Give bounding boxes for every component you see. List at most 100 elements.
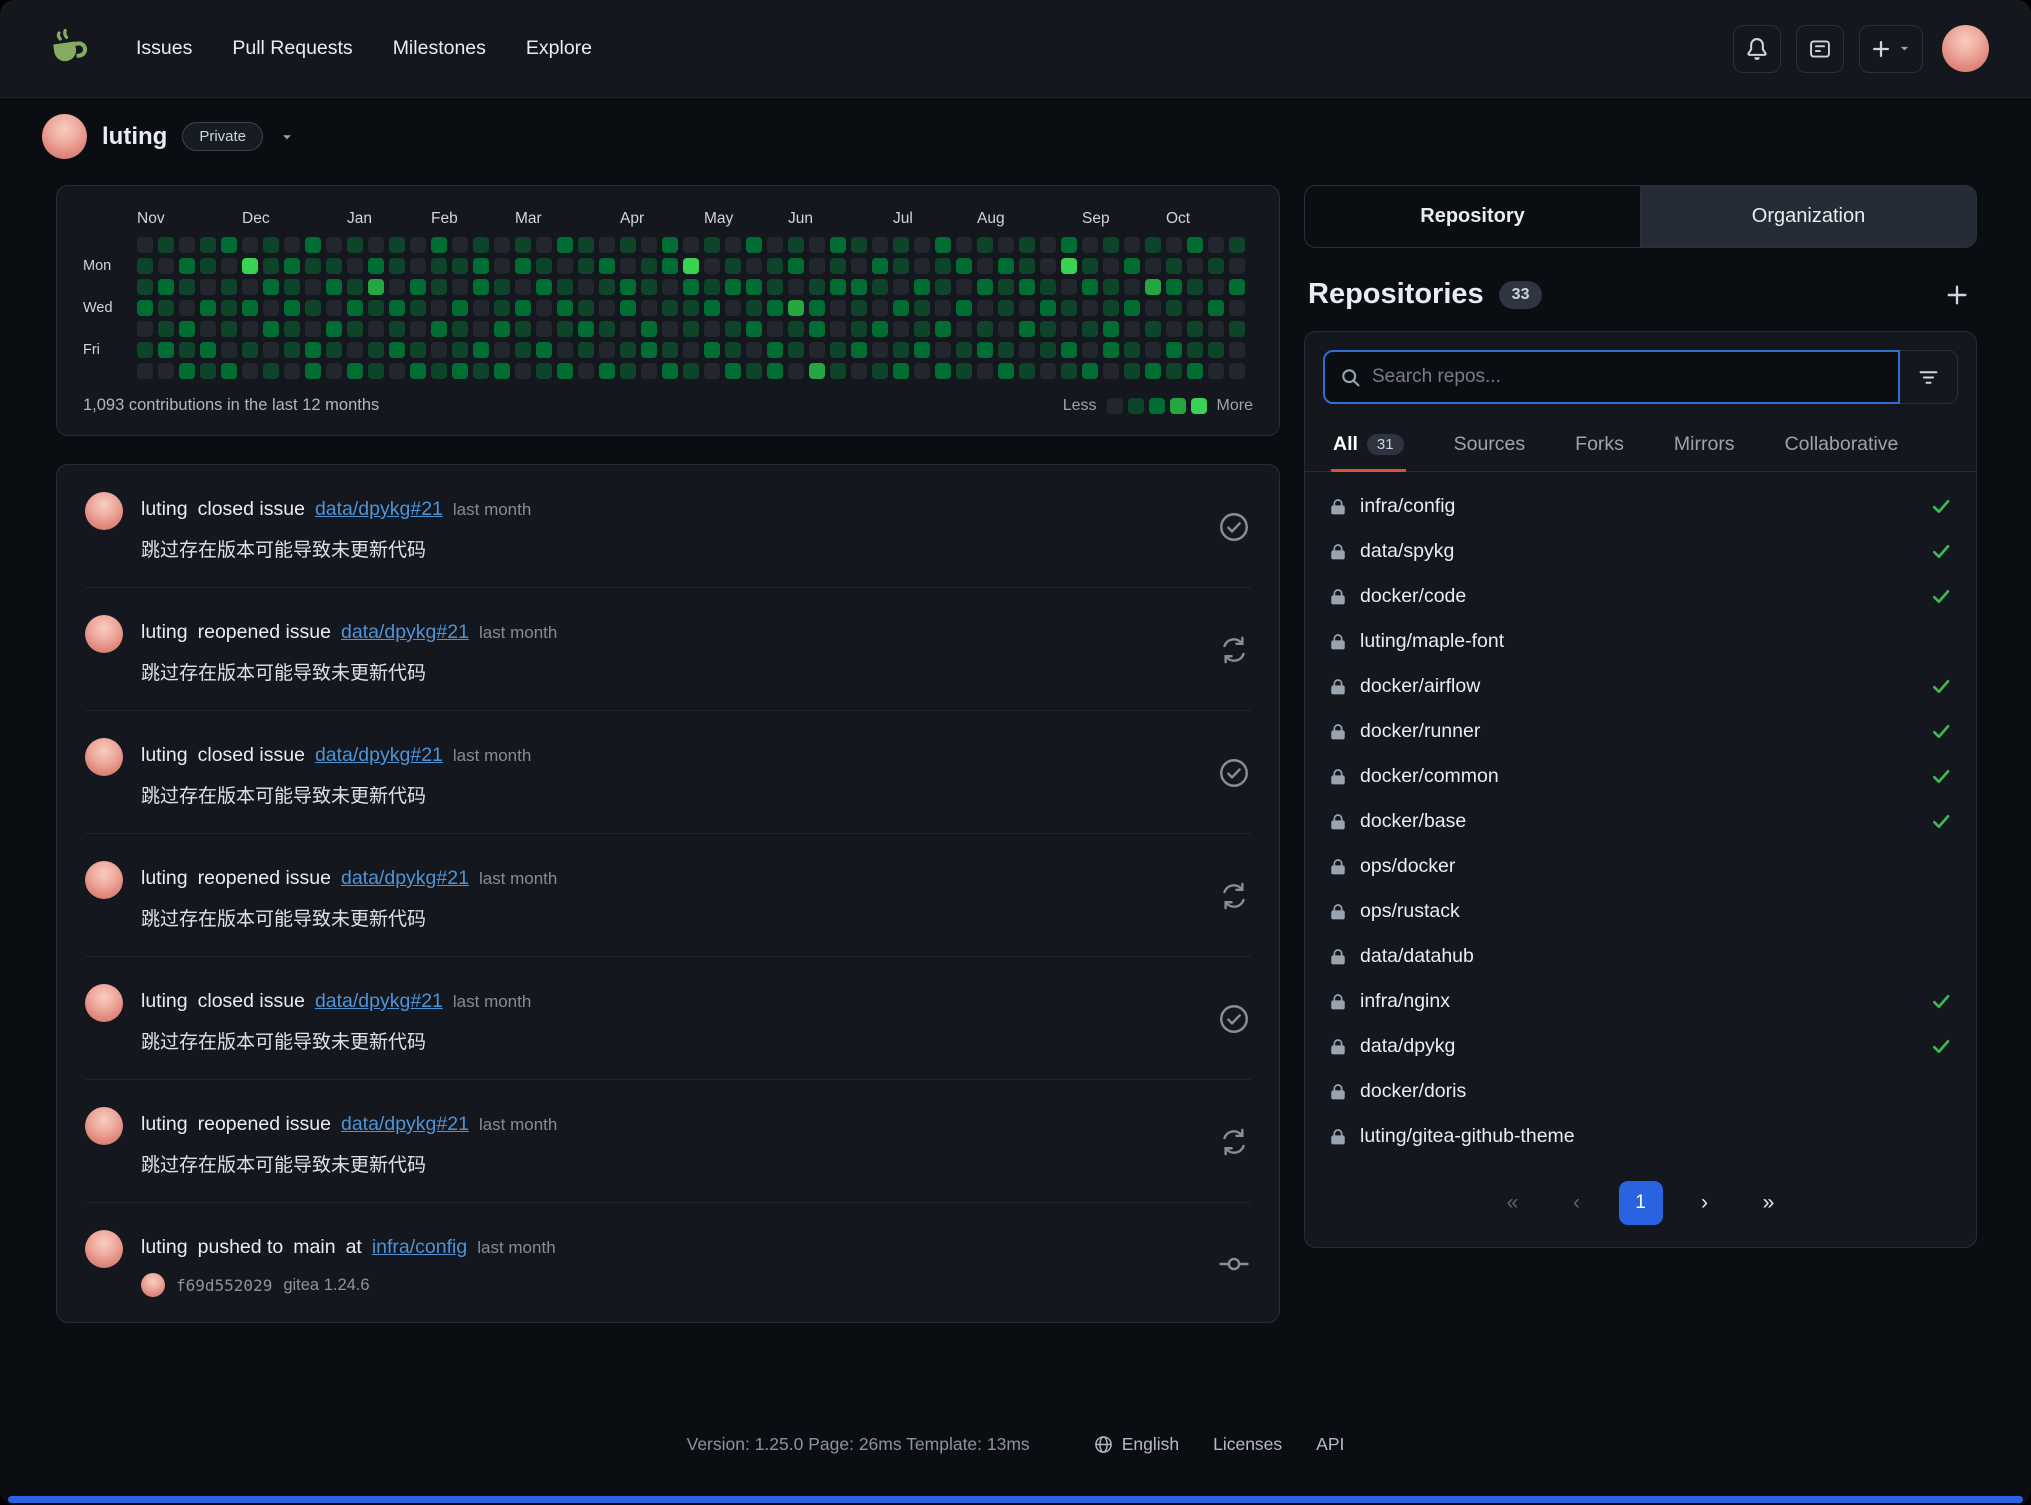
contribution-cell xyxy=(1061,258,1077,274)
repo-list-item[interactable]: infra/config xyxy=(1305,484,1976,529)
commit-hash-link[interactable]: f69d552029 xyxy=(176,1276,272,1295)
gitea-logo-icon[interactable] xyxy=(42,23,94,75)
feed-username[interactable]: luting xyxy=(141,990,188,1013)
feed-username[interactable]: luting xyxy=(141,744,188,767)
nav-link[interactable]: Pull Requests xyxy=(216,27,368,70)
page-button[interactable]: › xyxy=(1683,1181,1727,1225)
feed-avatar[interactable] xyxy=(85,1107,123,1145)
repo-list-item[interactable]: data/dpykg xyxy=(1305,1024,1976,1069)
feed-target-link[interactable]: infra/config xyxy=(372,1236,467,1259)
footer-link[interactable]: English xyxy=(1094,1434,1179,1455)
repo-list-item[interactable]: data/datahub xyxy=(1305,934,1976,979)
feed-avatar[interactable] xyxy=(85,615,123,653)
create-new-button[interactable] xyxy=(1859,25,1923,73)
dashboard-panel-button[interactable] xyxy=(1796,25,1844,73)
contribution-cell xyxy=(830,342,846,358)
page-button[interactable]: » xyxy=(1747,1181,1791,1225)
feed-username[interactable]: luting xyxy=(141,1236,188,1259)
profile-username[interactable]: luting xyxy=(102,123,167,151)
feed-username[interactable]: luting xyxy=(141,498,188,521)
repo-list-item[interactable]: ops/rustack xyxy=(1305,889,1976,934)
contribution-cell xyxy=(767,342,783,358)
heatmap-day-labels: MonWedFri xyxy=(83,237,129,379)
repo-list-item[interactable]: ops/docker xyxy=(1305,844,1976,889)
new-repo-button[interactable] xyxy=(1941,279,1973,311)
contribution-cell xyxy=(725,342,741,358)
repo-filter-button[interactable] xyxy=(1900,350,1958,404)
feed-username[interactable]: luting xyxy=(141,1113,188,1136)
nav-link[interactable]: Issues xyxy=(120,27,208,70)
lock-icon xyxy=(1329,543,1347,561)
feed-username[interactable]: luting xyxy=(141,867,188,890)
page-button[interactable]: « xyxy=(1491,1181,1535,1225)
contribution-cell xyxy=(599,342,615,358)
contribution-cell xyxy=(200,300,216,316)
feed-target-link[interactable]: data/dpykg#21 xyxy=(315,744,443,767)
nav-link[interactable]: Milestones xyxy=(377,27,502,70)
feed-avatar[interactable] xyxy=(85,492,123,530)
footer-link[interactable]: API xyxy=(1316,1434,1344,1455)
profile-dropdown-button[interactable] xyxy=(280,130,294,144)
contribution-cell xyxy=(179,363,195,379)
nav-link[interactable]: Explore xyxy=(510,27,608,70)
contribution-cell xyxy=(788,279,804,295)
feed-target-link[interactable]: data/dpykg#21 xyxy=(341,621,469,644)
repo-list-item[interactable]: docker/runner xyxy=(1305,709,1976,754)
contribution-cell xyxy=(284,258,300,274)
feed-action: closed issue xyxy=(198,498,305,521)
contribution-cell xyxy=(977,237,993,253)
repo-list-item[interactable]: data/spykg xyxy=(1305,529,1976,574)
feed-item: luting closed issue data/dpykg#21 last m… xyxy=(85,711,1251,834)
month-label: Aug xyxy=(977,210,1082,228)
feed-avatar[interactable] xyxy=(85,738,123,776)
issue-closed-icon xyxy=(1217,1002,1251,1036)
repo-list: infra/config data/spykg xyxy=(1305,472,1976,1165)
feed-avatar[interactable] xyxy=(85,984,123,1022)
profile-avatar[interactable] xyxy=(42,114,87,159)
contribution-cell xyxy=(284,321,300,337)
contribution-cell xyxy=(410,258,426,274)
repo-filter-tab[interactable]: Forks xyxy=(1573,416,1626,472)
repo-list-item[interactable]: docker/code xyxy=(1305,574,1976,619)
legend-less-label: Less xyxy=(1063,397,1097,415)
repo-list-item[interactable]: docker/airflow xyxy=(1305,664,1976,709)
repo-list-item[interactable]: luting/gitea-github-theme xyxy=(1305,1114,1976,1159)
feed-branch[interactable]: main xyxy=(293,1236,335,1259)
feed-action: reopened issue xyxy=(198,621,331,644)
repo-filter-tab[interactable]: Collaborative xyxy=(1783,416,1901,472)
page-button[interactable]: ‹ xyxy=(1555,1181,1599,1225)
page-button[interactable]: 1 xyxy=(1619,1181,1663,1225)
repo-list-item[interactable]: docker/base xyxy=(1305,799,1976,844)
contribution-cell xyxy=(809,342,825,358)
feed-avatar[interactable] xyxy=(85,1230,123,1268)
repo-name: docker/runner xyxy=(1360,720,1480,743)
feed-target-link[interactable]: data/dpykg#21 xyxy=(341,1113,469,1136)
feed-username[interactable]: luting xyxy=(141,621,188,644)
contribution-cell xyxy=(347,342,363,358)
repo-filter-tab[interactable]: All 31 xyxy=(1331,416,1406,472)
feed-target-link[interactable]: data/dpykg#21 xyxy=(341,867,469,890)
repo-list-item[interactable]: docker/common xyxy=(1305,754,1976,799)
feed-target-link[interactable]: data/dpykg#21 xyxy=(315,990,443,1013)
repo-list-item[interactable]: infra/nginx xyxy=(1305,979,1976,1024)
contribution-cell xyxy=(263,321,279,337)
repo-filter-tab[interactable]: Mirrors xyxy=(1672,416,1737,472)
contribution-cell xyxy=(368,300,384,316)
footer-link[interactable]: Licenses xyxy=(1213,1434,1282,1455)
contribution-cell xyxy=(305,342,321,358)
notifications-button[interactable] xyxy=(1733,25,1781,73)
feed-avatar[interactable] xyxy=(85,861,123,899)
scope-tab[interactable]: Repository xyxy=(1305,186,1640,247)
repo-list-item[interactable]: luting/maple-font xyxy=(1305,619,1976,664)
user-avatar[interactable] xyxy=(1942,25,1989,72)
repo-name: docker/doris xyxy=(1360,1080,1466,1103)
repo-filter-tab[interactable]: Sources xyxy=(1452,416,1528,472)
chevron-down-icon xyxy=(1898,42,1911,55)
lock-icon xyxy=(1329,588,1347,606)
scope-tab[interactable]: Organization xyxy=(1640,186,1976,247)
contribution-cell xyxy=(221,279,237,295)
feed-target-link[interactable]: data/dpykg#21 xyxy=(315,498,443,521)
contribution-cell xyxy=(935,300,951,316)
repo-list-item[interactable]: docker/doris xyxy=(1305,1069,1976,1114)
repo-search-input[interactable] xyxy=(1372,366,1883,388)
